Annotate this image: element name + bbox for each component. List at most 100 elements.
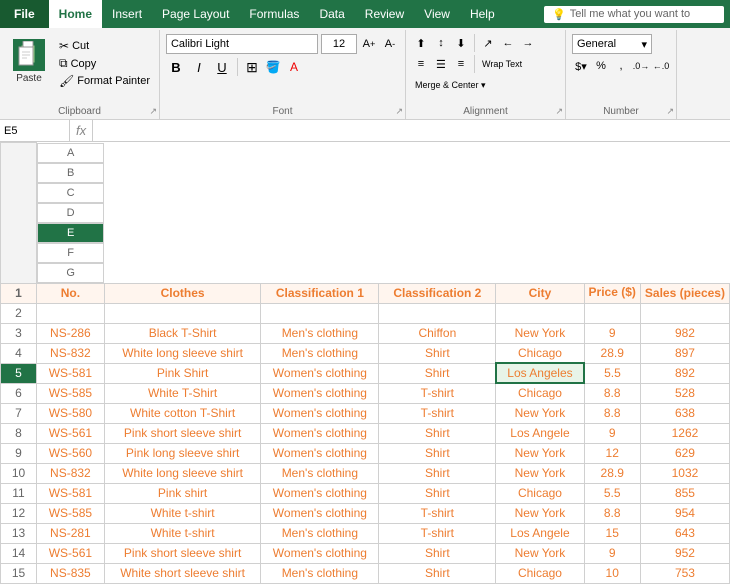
font-expand-icon[interactable]: ↗ bbox=[395, 106, 403, 117]
data-cell[interactable]: New York bbox=[496, 463, 584, 483]
data-cell[interactable]: 897 bbox=[640, 343, 729, 363]
alignment-expand-icon[interactable]: ↗ bbox=[555, 106, 563, 117]
data-cell[interactable]: White long sleeve shirt bbox=[104, 343, 261, 363]
col-header-e[interactable]: E bbox=[37, 223, 104, 243]
data-cell[interactable]: Pink Shirt bbox=[104, 363, 261, 383]
name-box[interactable]: E5 bbox=[0, 120, 70, 141]
data-cell[interactable]: Pink shirt bbox=[104, 483, 261, 503]
data-cell[interactable]: 753 bbox=[640, 563, 729, 583]
data-cell[interactable]: 5.5 bbox=[584, 483, 640, 503]
data-cell[interactable]: 8.8 bbox=[584, 503, 640, 523]
header-cell[interactable]: Price ($) bbox=[584, 283, 640, 303]
data-cell[interactable]: Shirt bbox=[379, 423, 496, 443]
currency-button[interactable]: $▾ bbox=[572, 57, 590, 75]
data-cell[interactable]: New York bbox=[496, 443, 584, 463]
data-cell[interactable]: WS-560 bbox=[37, 443, 105, 463]
col-header-g[interactable]: G bbox=[37, 263, 104, 283]
data-cell[interactable]: Women's clothing bbox=[261, 443, 379, 463]
number-format-display[interactable]: General ▾ bbox=[572, 34, 652, 54]
data-cell[interactable]: Women's clothing bbox=[261, 403, 379, 423]
data-cell[interactable]: 855 bbox=[640, 483, 729, 503]
number-expand-icon[interactable]: ↗ bbox=[666, 106, 674, 117]
header-cell[interactable]: Classification 2 bbox=[379, 283, 496, 303]
font-color-button[interactable]: A bbox=[285, 58, 303, 76]
data-cell[interactable]: 1032 bbox=[640, 463, 729, 483]
data-cell[interactable]: Men's clothing bbox=[261, 463, 379, 483]
data-cell[interactable]: T-shirt bbox=[379, 403, 496, 423]
data-cell[interactable]: Shirt bbox=[379, 343, 496, 363]
italic-button[interactable]: I bbox=[189, 57, 209, 77]
menu-help[interactable]: Help bbox=[460, 0, 505, 28]
indent-decrease-button[interactable]: ← bbox=[499, 34, 517, 52]
data-cell[interactable]: 1262 bbox=[640, 423, 729, 443]
data-cell[interactable]: 643 bbox=[640, 523, 729, 543]
data-cell[interactable] bbox=[261, 303, 379, 323]
data-cell[interactable]: NS-286 bbox=[37, 323, 105, 343]
col-header-c[interactable]: C bbox=[37, 183, 104, 203]
data-cell[interactable]: T-shirt bbox=[379, 383, 496, 403]
align-top-button[interactable]: ⬆ bbox=[412, 34, 430, 52]
data-cell[interactable]: 28.9 bbox=[584, 343, 640, 363]
decrease-font-button[interactable]: A- bbox=[381, 35, 399, 53]
data-cell[interactable]: Shirt bbox=[379, 563, 496, 583]
data-cell[interactable]: Chiffon bbox=[379, 323, 496, 343]
data-cell[interactable]: White cotton T-Shirt bbox=[104, 403, 261, 423]
menu-page-layout[interactable]: Page Layout bbox=[152, 0, 239, 28]
underline-button[interactable]: U bbox=[212, 57, 232, 77]
paste-button[interactable]: Paste bbox=[6, 36, 52, 87]
header-cell[interactable]: Clothes bbox=[104, 283, 261, 303]
data-cell[interactable]: Women's clothing bbox=[261, 383, 379, 403]
data-cell[interactable]: 629 bbox=[640, 443, 729, 463]
data-cell[interactable]: New York bbox=[496, 403, 584, 423]
data-cell[interactable]: Women's clothing bbox=[261, 543, 379, 563]
header-cell[interactable]: Sales (pieces) bbox=[640, 283, 729, 303]
data-cell[interactable] bbox=[37, 303, 105, 323]
data-cell[interactable]: WS-581 bbox=[37, 363, 105, 383]
data-cell[interactable]: Shirt bbox=[379, 463, 496, 483]
data-cell[interactable]: 528 bbox=[640, 383, 729, 403]
copy-button[interactable]: ⧉ Copy bbox=[56, 55, 153, 72]
align-left-button[interactable]: ≡ bbox=[412, 55, 430, 73]
data-cell[interactable]: 10 bbox=[584, 563, 640, 583]
data-cell[interactable]: WS-585 bbox=[37, 503, 105, 523]
data-cell[interactable]: White t-shirt bbox=[104, 523, 261, 543]
data-cell[interactable]: 9 bbox=[584, 423, 640, 443]
data-cell[interactable]: White T-Shirt bbox=[104, 383, 261, 403]
menu-data[interactable]: Data bbox=[309, 0, 354, 28]
data-cell[interactable]: Women's clothing bbox=[261, 503, 379, 523]
data-cell[interactable]: White t-shirt bbox=[104, 503, 261, 523]
data-cell[interactable]: Los Angele bbox=[496, 423, 584, 443]
col-header-d[interactable]: D bbox=[37, 203, 104, 223]
data-cell[interactable]: NS-835 bbox=[37, 563, 105, 583]
indent-increase-button[interactable]: → bbox=[519, 34, 537, 52]
data-cell[interactable]: 12 bbox=[584, 443, 640, 463]
data-cell[interactable]: Pink short sleeve shirt bbox=[104, 423, 261, 443]
data-cell[interactable] bbox=[379, 303, 496, 323]
data-cell[interactable]: WS-580 bbox=[37, 403, 105, 423]
data-cell[interactable]: 952 bbox=[640, 543, 729, 563]
header-cell[interactable]: No. bbox=[37, 283, 105, 303]
data-cell[interactable] bbox=[496, 303, 584, 323]
data-cell[interactable]: T-shirt bbox=[379, 523, 496, 543]
align-bottom-button[interactable]: ⬇ bbox=[452, 34, 470, 52]
bold-button[interactable]: B bbox=[166, 57, 186, 77]
header-cell[interactable]: Classification 1 bbox=[261, 283, 379, 303]
align-center-button[interactable]: ☰ bbox=[432, 55, 450, 73]
data-cell[interactable]: 9 bbox=[584, 323, 640, 343]
decrease-decimal-button[interactable]: ←.0 bbox=[652, 57, 670, 75]
data-cell[interactable]: 8.8 bbox=[584, 383, 640, 403]
data-cell[interactable]: 5.5 bbox=[584, 363, 640, 383]
data-cell[interactable]: 8.8 bbox=[584, 403, 640, 423]
data-cell[interactable]: 954 bbox=[640, 503, 729, 523]
data-cell[interactable]: Shirt bbox=[379, 443, 496, 463]
font-size-input[interactable] bbox=[321, 34, 357, 54]
data-cell[interactable]: NS-832 bbox=[37, 463, 105, 483]
data-cell[interactable]: Black T-Shirt bbox=[104, 323, 261, 343]
data-cell[interactable]: 28.9 bbox=[584, 463, 640, 483]
data-cell[interactable]: Chicago bbox=[496, 383, 584, 403]
fill-color-button[interactable]: 🪣 bbox=[264, 58, 282, 76]
data-cell[interactable]: Men's clothing bbox=[261, 523, 379, 543]
data-cell[interactable]: Men's clothing bbox=[261, 563, 379, 583]
col-header-f[interactable]: F bbox=[37, 243, 104, 263]
align-middle-button[interactable]: ↕ bbox=[432, 34, 450, 52]
